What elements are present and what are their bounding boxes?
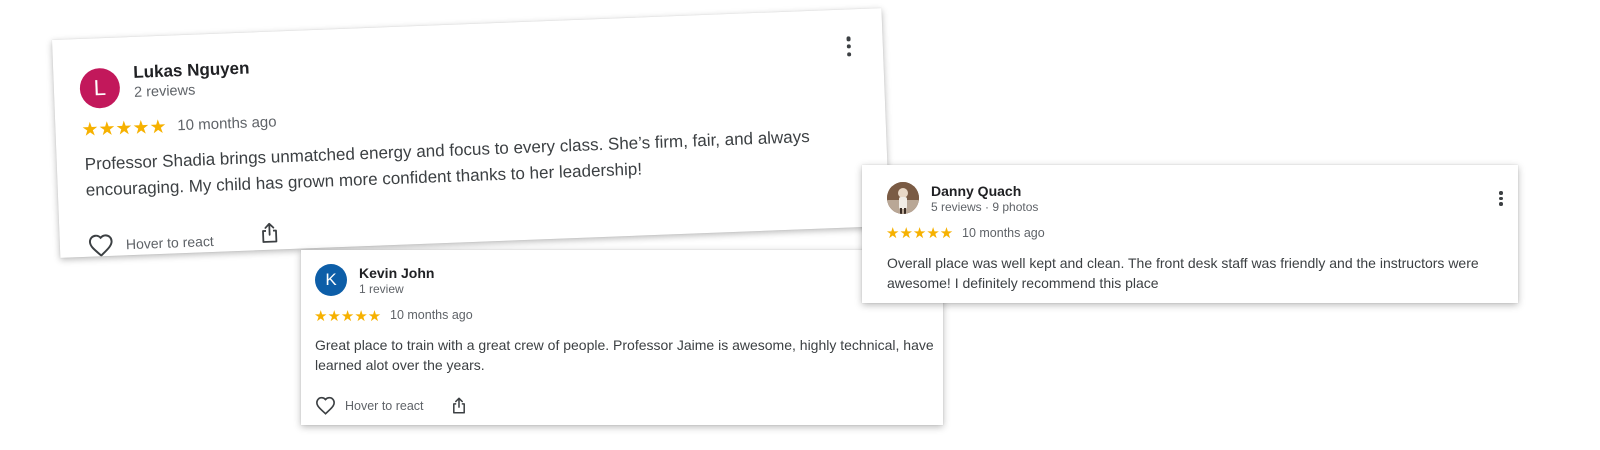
heart-icon: [88, 234, 113, 257]
reviewer-name[interactable]: Kevin John: [359, 265, 434, 281]
share-button[interactable]: [451, 396, 467, 420]
avatar[interactable]: L: [79, 67, 121, 109]
react-label: Hover to react: [125, 232, 215, 253]
review-text: Overall place was well kept and clean. T…: [887, 255, 1479, 291]
reviewer-name[interactable]: Lukas Nguyen: [133, 58, 250, 82]
star-rating: ★★★★★: [886, 225, 954, 242]
review-card-danny: Danny Quach 5 reviews · 9 photos ★★★★★ 1…: [862, 165, 1518, 303]
avatar-photo-icon: [887, 182, 919, 214]
review-text: Great place to train with a great crew o…: [315, 337, 934, 373]
reviewer-name[interactable]: Danny Quach: [931, 183, 1021, 199]
star-rating: ★★★★★: [314, 308, 382, 325]
avatar-letter: K: [325, 270, 337, 289]
react-button[interactable]: Hover to react: [87, 229, 214, 258]
star-rating: ★★★★★: [81, 116, 168, 141]
review-date: 10 months ago: [390, 308, 473, 322]
more-vert-icon[interactable]: [842, 36, 855, 57]
review-text: Professor Shadia brings unmatched energy…: [84, 126, 811, 200]
reviewer-meta: 2 reviews: [133, 82, 196, 101]
review-card-kevin: K Kevin John 1 review ★★★★★ 10 months ag…: [301, 250, 943, 425]
share-button[interactable]: [259, 221, 280, 249]
react-label: Hover to react: [345, 398, 424, 413]
review-date: 10 months ago: [962, 226, 1045, 240]
avatar[interactable]: [887, 182, 919, 214]
heart-icon: [316, 396, 335, 415]
reviewer-meta: 5 reviews · 9 photos: [931, 200, 1039, 214]
avatar-letter: L: [93, 74, 107, 101]
share-icon: [262, 222, 278, 243]
avatar[interactable]: K: [315, 264, 347, 296]
review-date: 10 months ago: [177, 113, 277, 135]
share-icon: [453, 397, 465, 414]
more-vert-icon[interactable]: [1495, 191, 1507, 206]
react-button[interactable]: Hover to react: [315, 396, 424, 415]
review-card-lukas: L Lukas Nguyen 2 reviews ★★★★★ 10 months…: [52, 8, 890, 258]
reviewer-meta: 1 review: [359, 282, 404, 296]
